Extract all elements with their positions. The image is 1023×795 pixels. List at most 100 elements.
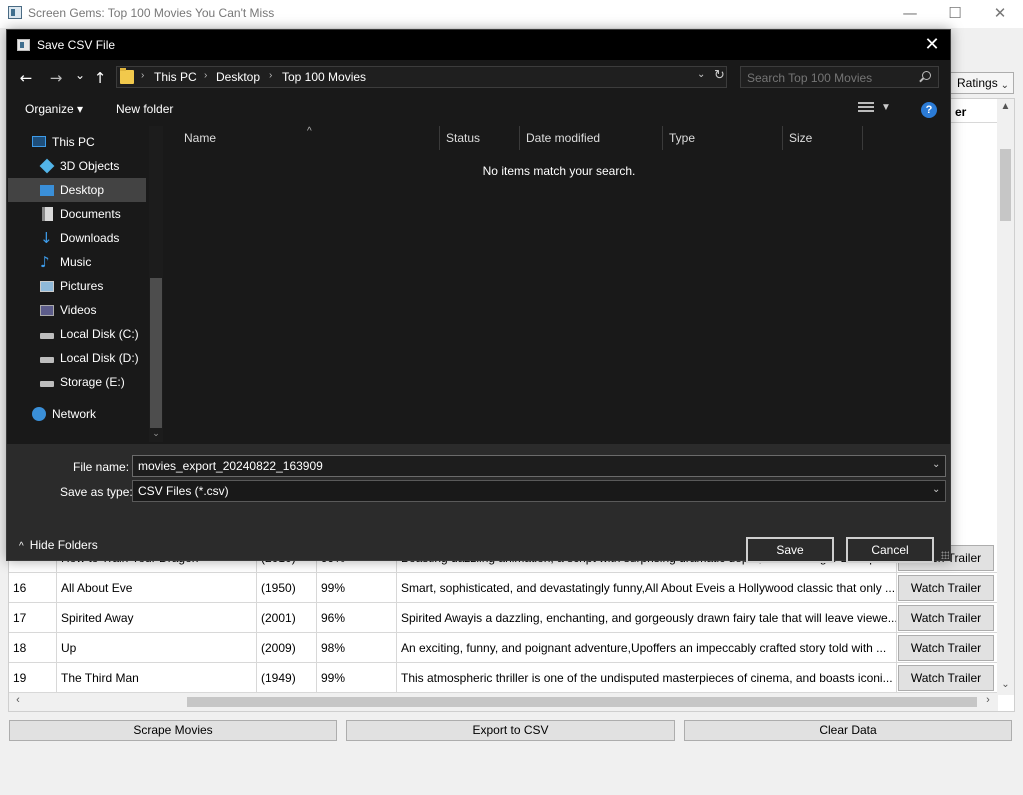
music-icon: ♪ (40, 253, 50, 271)
nav-label: Videos (60, 303, 97, 317)
dialog-close-button[interactable]: ✕ (920, 33, 944, 57)
column-header-size[interactable]: Size (783, 126, 863, 150)
nav-item-3d-objects[interactable]: 3D Objects (8, 154, 146, 178)
cell-rating: 99% (317, 663, 397, 693)
scrape-movies-button[interactable]: Scrape Movies (9, 720, 337, 741)
sort-select-value: Ratings (957, 76, 998, 90)
watch-trailer-button[interactable]: Watch Trailer (898, 635, 994, 661)
navigation-pane[interactable]: This PC 3D Objects Desktop Documents ↓ D… (8, 126, 164, 442)
cell-description: An exciting, funny, and poignant adventu… (397, 633, 897, 663)
nav-item-documents[interactable]: Documents (8, 202, 146, 226)
organize-menu[interactable]: Organize ▾ (25, 102, 83, 116)
drive-icon (40, 381, 54, 387)
refresh-icon[interactable]: ↻ (714, 68, 725, 83)
sort-select[interactable]: Ratings ⌄ (950, 72, 1014, 94)
forward-arrow-icon[interactable]: → (46, 68, 66, 88)
cell-description: Smart, sophisticated, and devastatingly … (397, 573, 897, 603)
nav-item-downloads[interactable]: ↓ Downloads (8, 226, 146, 250)
nav-item-this-pc[interactable]: This PC (8, 130, 146, 154)
cell-number: 17 (9, 603, 57, 633)
nav-item-videos[interactable]: Videos (8, 298, 146, 322)
vertical-scroll-thumb[interactable] (1000, 149, 1011, 221)
cell-number: 16 (9, 573, 57, 603)
minimize-button[interactable]: — (887, 0, 933, 28)
view-dropdown-icon[interactable]: ▼ (881, 102, 891, 113)
scroll-right-icon[interactable]: › (981, 694, 995, 706)
horizontal-scroll-thumb[interactable] (187, 697, 977, 707)
search-icon[interactable] (922, 71, 931, 80)
search-box[interactable] (740, 66, 939, 88)
up-arrow-icon[interactable]: ↑ (90, 68, 110, 88)
hide-folders-button[interactable]: ^ Hide Folders (19, 538, 98, 552)
chevron-down-icon: ⌄ (1000, 80, 1009, 91)
breadcrumb-this-pc[interactable]: This PC (154, 70, 197, 84)
watch-trailer-button[interactable]: Watch Trailer (898, 575, 994, 601)
nav-label: Local Disk (C:) (60, 327, 139, 341)
file-list-pane[interactable]: Name ^ Status Date modified Type Size No… (168, 126, 950, 442)
folder-icon (120, 68, 134, 84)
nav-label: This PC (52, 135, 95, 149)
recent-locations-icon[interactable]: ⌄ (70, 65, 90, 85)
cell-year: (2009) (257, 633, 317, 663)
column-header-date-modified[interactable]: Date modified (520, 126, 663, 150)
nav-label: Storage (E:) (60, 375, 125, 389)
scroll-up-icon[interactable]: ▲ (997, 101, 1014, 112)
cell-title: All About Eve (57, 573, 257, 603)
help-icon[interactable]: ? (921, 102, 937, 118)
resize-grip-icon[interactable] (941, 551, 949, 559)
cancel-button[interactable]: Cancel (846, 537, 934, 563)
scroll-down-icon[interactable]: ⌄ (149, 428, 163, 439)
cell-title: Up (57, 633, 257, 663)
cell-year: (2001) (257, 603, 317, 633)
nav-label: Desktop (60, 183, 105, 197)
table-vertical-scrollbar[interactable]: ▲ ⌄ (997, 99, 1014, 695)
scroll-left-icon[interactable]: ‹ (11, 694, 25, 706)
breadcrumb-top-100-movies[interactable]: Top 100 Movies (282, 70, 366, 84)
cell-description: This atmospheric thriller is one of the … (397, 663, 897, 693)
nav-item-storage-e[interactable]: Storage (E:) (8, 370, 146, 394)
chevron-down-icon[interactable]: ⌄ (932, 485, 942, 495)
cell-year: (1949) (257, 663, 317, 693)
nav-label: 3D Objects (60, 159, 120, 173)
new-folder-button[interactable]: New folder (116, 102, 173, 116)
nav-item-network[interactable]: Network (8, 402, 146, 426)
search-input[interactable] (747, 70, 913, 85)
file-name-input[interactable]: movies_export_20240822_163909 ⌄ (132, 455, 946, 477)
back-arrow-icon[interactable]: ← (16, 68, 36, 88)
save-button[interactable]: Save (746, 537, 834, 563)
trailer-column-header[interactable]: er (951, 101, 1003, 123)
watch-trailer-button[interactable]: Watch Trailer (898, 665, 994, 691)
close-button[interactable]: ✕ (977, 0, 1023, 28)
table-row[interactable]: 16 All About Eve (1950) 99% Smart, sophi… (9, 573, 998, 603)
view-options-icon[interactable] (858, 102, 874, 114)
nav-item-desktop[interactable]: Desktop (8, 178, 146, 202)
nav-item-local-disk-d[interactable]: Local Disk (D:) (8, 346, 146, 370)
export-csv-button[interactable]: Export to CSV (346, 720, 675, 741)
clear-data-button[interactable]: Clear Data (684, 720, 1012, 741)
column-header-name[interactable]: Name ^ (168, 126, 440, 150)
table-row[interactable]: 18 Up (2009) 98% An exciting, funny, and… (9, 633, 998, 663)
nav-item-local-disk-c[interactable]: Local Disk (C:) (8, 322, 146, 346)
cell-year: (1950) (257, 573, 317, 603)
nav-item-pictures[interactable]: Pictures (8, 274, 146, 298)
nav-label: Network (52, 407, 97, 421)
nav-pane-scrollbar[interactable]: ⌄ (149, 126, 163, 442)
dialog-titlebar[interactable]: Save CSV File ✕ (7, 30, 950, 60)
nav-scroll-thumb[interactable] (150, 278, 162, 428)
nav-item-music[interactable]: ♪ Music (8, 250, 146, 274)
chevron-up-icon: ^ (19, 541, 24, 552)
picture-icon (40, 281, 54, 292)
maximize-button[interactable]: ☐ (932, 0, 978, 28)
watch-trailer-button[interactable]: Watch Trailer (898, 605, 994, 631)
column-header-type[interactable]: Type (663, 126, 783, 150)
scroll-down-icon[interactable]: ⌄ (997, 679, 1014, 690)
save-as-type-select[interactable]: CSV Files (*.csv) ⌄ (132, 480, 946, 502)
table-row[interactable]: 19 The Third Man (1949) 99% This atmosph… (9, 663, 998, 693)
chevron-down-icon[interactable]: ⌄ (932, 460, 942, 470)
column-header-status[interactable]: Status (440, 126, 520, 150)
table-horizontal-scrollbar[interactable]: ‹ › (9, 693, 998, 711)
table-row[interactable]: 17 Spirited Away (2001) 96% Spirited Awa… (9, 603, 998, 633)
breadcrumb-desktop[interactable]: Desktop (216, 70, 260, 84)
address-bar[interactable]: › This PC › Desktop › Top 100 Movies ⌄ ↻ (116, 66, 727, 88)
address-dropdown-icon[interactable]: ⌄ (697, 69, 705, 80)
